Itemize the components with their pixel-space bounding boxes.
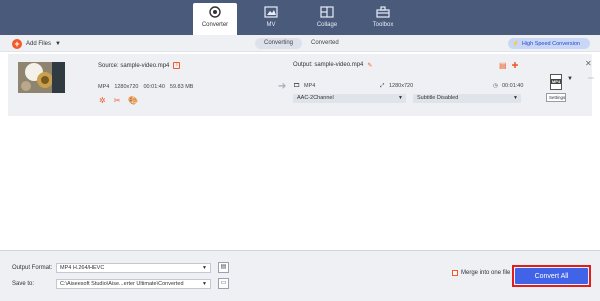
toolbox-icon <box>376 6 390 18</box>
toolbar: + Add Files ▼ Converting Converted ⚡ Hig… <box>0 35 600 52</box>
converter-icon <box>209 6 221 18</box>
output-name: Output: sample-video.mp4 ✎ <box>293 62 372 69</box>
high-speed-conversion-button[interactable]: ⚡ High Speed Conversion <box>508 38 590 49</box>
tab-label: Collage <box>316 22 338 28</box>
save-to-select[interactable]: C:\Aiseesoft Studio\Aise...erter Ultimat… <box>56 279 211 289</box>
output-actions: ▤ ✚ <box>499 61 518 70</box>
source-name: Source: sample-video.mp4 i <box>98 62 181 69</box>
mp4-file-icon: MP4 <box>550 74 562 90</box>
enhance-icon[interactable]: 🎨 <box>128 96 138 105</box>
add-files-button[interactable]: + Add Files ▼ <box>12 38 61 49</box>
settings-button[interactable]: Settings <box>546 93 566 102</box>
add-icon[interactable]: ✚ <box>512 61 519 70</box>
source-meta: MP4 1280x720 00:01:40 59.83 MB <box>98 84 193 90</box>
tab-toolbox[interactable]: Toolbox <box>361 3 405 35</box>
source-resolution: 1280x720 <box>114 84 139 90</box>
output-label: Output: sample-video.mp4 <box>293 62 364 68</box>
video-thumbnail[interactable] <box>18 62 65 93</box>
more-icon[interactable]: ⋯ <box>588 75 594 82</box>
high-speed-label: High Speed Conversion <box>521 40 580 47</box>
format-badge: MP4 <box>551 79 561 84</box>
chevron-down-icon[interactable]: ▼ <box>567 76 573 82</box>
cut-icon[interactable]: ✂ <box>114 96 121 105</box>
output-format-label: Output Format: <box>12 265 53 271</box>
thumbnail-image <box>18 62 65 93</box>
audio-track-select[interactable]: AAC-2Channel <box>293 94 406 103</box>
tab-collage[interactable]: Collage <box>305 3 349 35</box>
output-duration: 00:01:40 <box>502 83 524 89</box>
plus-icon: + <box>12 38 22 49</box>
status-switch: Converting Converted <box>255 38 348 49</box>
clock-icon: ◷ <box>493 83 498 89</box>
compress-icon[interactable]: ▤ <box>499 61 507 70</box>
resolution-icon: ⤢ <box>380 83 385 89</box>
merge-label: Merge into one file <box>461 270 511 276</box>
convert-all-highlight: Convert All <box>512 265 591 287</box>
output-format-value: MP4 H.264/HEVC <box>60 265 105 271</box>
output-format-picker[interactable]: MP4 Settings <box>546 74 566 102</box>
top-navigation-bar: Converter MV Collage Toolbox <box>0 0 600 35</box>
source-label: Source: sample-video.mp4 <box>98 62 170 69</box>
edit-actions: ✲ ✂ 🎨 <box>99 96 138 105</box>
tab-converting[interactable]: Converting <box>255 38 303 49</box>
source-duration: 00:01:40 <box>143 84 165 90</box>
merge-checkbox[interactable] <box>452 270 458 276</box>
output-resolution: 1280x720 <box>389 83 414 89</box>
save-to-label: Save to: <box>12 281 35 287</box>
format-settings-icon[interactable]: ▤ <box>218 262 229 273</box>
edit-icon[interactable]: ✲ <box>99 96 106 105</box>
subtitle-select[interactable]: Subtitle Disabled <box>413 94 521 103</box>
tab-label: MV <box>266 22 276 28</box>
source-format: MP4 <box>98 84 110 90</box>
output-format: MP4 <box>304 83 316 89</box>
collage-icon <box>320 6 334 18</box>
arrow-right-icon: ➔ <box>278 81 287 92</box>
merge-option[interactable]: Merge into one file <box>452 270 510 276</box>
film-icon: 🎞 <box>293 83 300 89</box>
add-files-label: Add Files <box>26 40 52 47</box>
tab-mv[interactable]: MV <box>249 3 293 35</box>
chevron-down-icon[interactable]: ▼ <box>55 41 61 47</box>
bottom-bar: Output Format: MP4 H.264/HEVC ▤ Save to:… <box>0 251 600 301</box>
pencil-icon[interactable]: ✎ <box>367 62 372 69</box>
tab-label: Toolbox <box>372 22 394 28</box>
subtitle-value: Subtitle Disabled <box>417 95 459 101</box>
save-to-value: C:\Aiseesoft Studio\Aise...erter Ultimat… <box>60 281 184 287</box>
folder-icon[interactable]: ▭ <box>218 278 229 289</box>
tab-converted[interactable]: Converted <box>302 38 348 49</box>
tab-converter[interactable]: Converter <box>193 3 237 35</box>
audio-track-value: AAC-2Channel <box>297 95 334 101</box>
info-icon[interactable]: i <box>173 62 181 69</box>
lightning-icon: ⚡ <box>512 40 519 47</box>
output-format-select[interactable]: MP4 H.264/HEVC <box>56 263 211 273</box>
mv-icon <box>264 6 278 18</box>
close-icon[interactable]: ✕ <box>585 59 592 68</box>
convert-all-button[interactable]: Convert All <box>515 268 588 284</box>
file-item: Source: sample-video.mp4 i MP4 1280x720 … <box>8 54 594 116</box>
source-size: 59.83 MB <box>169 84 194 90</box>
tab-label: Converter <box>201 22 229 28</box>
